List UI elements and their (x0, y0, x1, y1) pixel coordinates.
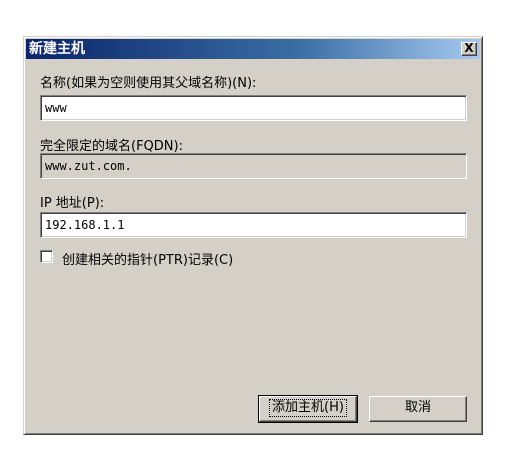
fqdn-field (40, 153, 467, 179)
fqdn-label: 完全限定的域名(FQDN): (40, 139, 183, 154)
name-label: 名称(如果为空则使用其父域名称)(N): (40, 76, 257, 91)
ptr-checkbox-label[interactable]: 创建相关的指针(PTR)记录(C) (62, 249, 233, 268)
title-bar[interactable]: 新建主机 X (26, 39, 480, 59)
ptr-checkbox[interactable] (40, 250, 53, 263)
cancel-button[interactable]: 取消 (369, 396, 467, 422)
close-button[interactable]: X (461, 42, 477, 56)
add-host-button[interactable]: 添加主机(H) (258, 395, 358, 423)
ip-address-input[interactable] (40, 212, 467, 238)
ip-label: IP 地址(P): (40, 196, 105, 211)
dialog-title: 新建主机 (29, 41, 85, 57)
add-host-label: 添加主机(H) (269, 399, 347, 417)
name-input[interactable] (40, 95, 467, 121)
new-host-dialog: 新建主机 X 名称(如果为空则使用其父域名称)(N): 完全限定的域名(FQDN… (23, 36, 483, 435)
cancel-label: 取消 (404, 400, 431, 415)
close-icon: X (464, 41, 474, 55)
